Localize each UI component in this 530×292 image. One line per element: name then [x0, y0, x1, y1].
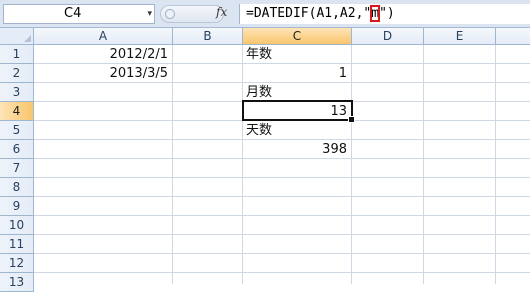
cell-c5[interactable]: 天数 [243, 121, 351, 139]
row-header-5[interactable]: 5 [0, 121, 34, 140]
circle-icon [165, 9, 175, 19]
row-header-9[interactable]: 9 [0, 197, 34, 216]
formula-bar: C4 ▾ fx =DATEDIF(A1,A2,"m") [0, 0, 530, 28]
cell-c1[interactable]: 年数 [243, 45, 351, 63]
gridline [351, 45, 352, 284]
row-header-12[interactable]: 12 [0, 254, 34, 273]
row-header-3[interactable]: 3 [0, 83, 34, 102]
gridline [34, 177, 530, 178]
gridline [34, 234, 530, 235]
row-header-11[interactable]: 11 [0, 235, 34, 254]
row-header-2[interactable]: 2 [0, 64, 34, 83]
select-all-button[interactable] [0, 28, 34, 45]
spreadsheet-grid: A B C D E 1 2 3 4 5 6 7 8 9 10 11 12 13 … [0, 28, 530, 292]
column-header-a[interactable]: A [34, 28, 173, 45]
formula-text-end: ") [379, 6, 395, 21]
cell-a1[interactable]: 2012/2/1 [34, 45, 168, 63]
formula-bar-resize-handle[interactable] [160, 5, 224, 23]
gridline [172, 45, 173, 284]
column-header-f[interactable] [496, 28, 530, 45]
cell-c4[interactable]: 13 [243, 102, 347, 120]
cell-c3[interactable]: 月数 [243, 83, 351, 101]
column-header-d[interactable]: D [352, 28, 424, 45]
cell-a2[interactable]: 2013/3/5 [34, 64, 168, 82]
name-box[interactable]: C4 ▾ [3, 4, 155, 24]
row-header-13[interactable]: 13 [0, 273, 34, 292]
column-header-c[interactable]: C [243, 28, 352, 45]
row-header-8[interactable]: 8 [0, 178, 34, 197]
formula-highlight: m [370, 5, 381, 22]
gridline [34, 253, 530, 254]
gridline [34, 196, 530, 197]
row-header-1[interactable]: 1 [0, 45, 34, 64]
row-header-10[interactable]: 10 [0, 216, 34, 235]
chevron-down-icon[interactable]: ▾ [147, 5, 152, 23]
cell-c2[interactable]: 1 [243, 64, 347, 82]
gridline [495, 45, 496, 284]
gridline [34, 272, 530, 273]
row-header-6[interactable]: 6 [0, 140, 34, 159]
formula-text-start: =DATEDIF(A1,A2," [246, 6, 372, 21]
gridline [423, 45, 424, 284]
gridline [34, 158, 530, 159]
column-header-b[interactable]: B [173, 28, 243, 45]
function-icon[interactable]: fx [216, 5, 227, 19]
gridline [34, 215, 530, 216]
name-box-value: C4 [64, 6, 82, 21]
cell-c6[interactable]: 398 [243, 140, 347, 158]
row-header-7[interactable]: 7 [0, 159, 34, 178]
formula-input[interactable]: =DATEDIF(A1,A2,"m") [239, 4, 530, 24]
row-header-4[interactable]: 4 [0, 102, 34, 121]
column-header-e[interactable]: E [424, 28, 496, 45]
